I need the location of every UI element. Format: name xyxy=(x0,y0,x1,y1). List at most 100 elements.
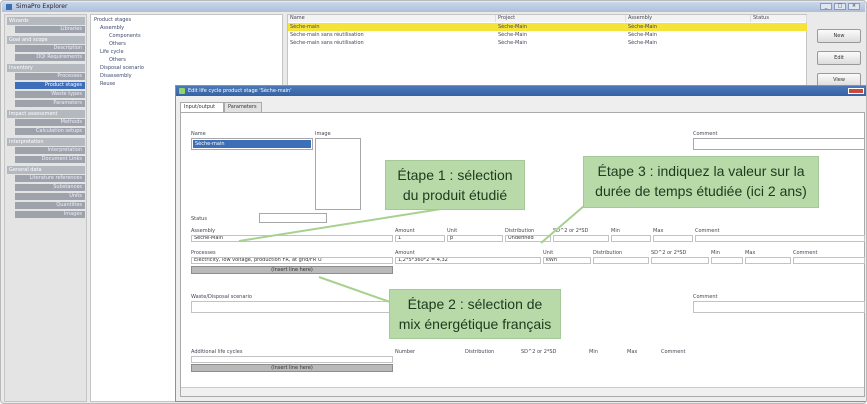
nav-header-goal-scope[interactable]: Goal and scope xyxy=(7,36,85,44)
insert-line-button[interactable]: (Insert line here) xyxy=(191,266,393,274)
add-comment-header: Comment xyxy=(661,349,686,355)
tree-item[interactable]: Others xyxy=(109,41,126,47)
table-row[interactable]: Sèche-main Sèche-Main Sèche-Main xyxy=(288,23,807,31)
nav-item-literature[interactable]: Literature references xyxy=(15,175,85,182)
min-cell[interactable] xyxy=(611,235,651,242)
nav-item-substances[interactable]: Substances xyxy=(15,184,85,191)
tab-input-output[interactable]: Input/output xyxy=(180,102,224,112)
input-output-pane: Name Sèche-main Image Comment Status Ass… xyxy=(180,112,865,397)
tree-item[interactable]: Life cycle xyxy=(100,49,124,55)
edit-button[interactable]: Edit xyxy=(817,51,861,65)
column-header-project[interactable]: Project xyxy=(496,15,626,22)
assembly-header: Assembly xyxy=(191,228,216,234)
tree-item[interactable]: Assembly xyxy=(100,25,124,31)
nav-header-interpretation[interactable]: Interpretation xyxy=(7,138,85,146)
tree-item[interactable]: Components xyxy=(109,33,141,39)
minimize-button[interactable]: _ xyxy=(820,3,832,10)
tree-item[interactable]: Reuse xyxy=(100,81,115,87)
callout-step3: Étape 3 : indiquez la valeur sur la duré… xyxy=(583,156,819,208)
nav-item-product-stages[interactable]: Product stages xyxy=(15,82,85,89)
status-label: Status xyxy=(191,216,207,222)
add-distribution-header: Distribution xyxy=(465,349,495,355)
name-list[interactable]: Sèche-main xyxy=(191,138,313,150)
product-stage-table: Name Project Assembly Status Sèche-main … xyxy=(287,14,807,86)
dialog-close-button[interactable] xyxy=(848,88,864,94)
nav-header-wizards[interactable]: Wizards xyxy=(7,17,85,25)
process-comment-cell[interactable] xyxy=(793,257,865,264)
add-sd-header: SD^2 or 2*SD xyxy=(521,349,557,355)
explorer-nav: Wizards Libraries Goal and scope Descrip… xyxy=(4,14,87,402)
nav-item-description[interactable]: Description xyxy=(15,45,85,52)
cell-name: Sèche-main xyxy=(290,24,320,30)
dialog-title: Edit life cycle product stage 'Sèche-mai… xyxy=(188,88,292,94)
tab-parameters[interactable]: Parameters xyxy=(224,102,262,112)
nav-item-units[interactable]: Units xyxy=(15,193,85,200)
nav-header-general-data[interactable]: General data xyxy=(7,166,85,174)
nav-item-interpretation[interactable]: Interpretation xyxy=(15,147,85,154)
process-sd-cell[interactable] xyxy=(651,257,709,264)
comment-header: Comment xyxy=(695,228,720,234)
add-max-header: Max xyxy=(627,349,638,355)
horizontal-scrollbar[interactable] xyxy=(181,387,864,396)
dialog-icon xyxy=(179,88,185,94)
close-button[interactable]: × xyxy=(848,3,860,10)
assembly-cell[interactable]: Sèche-Main xyxy=(191,235,393,242)
nav-item-quantities[interactable]: Quantities xyxy=(15,202,85,209)
process-max-cell[interactable] xyxy=(745,257,791,264)
distribution-cell[interactable]: Undefined xyxy=(505,235,551,242)
comment-field[interactable] xyxy=(693,138,865,150)
nav-item-methods[interactable]: Methods xyxy=(15,119,85,126)
nav-item-waste-types[interactable]: Waste types xyxy=(15,91,85,98)
callout-step3-line2: durée de temps étudiée (ici 2 ans) xyxy=(595,183,807,199)
amount-header: Amount xyxy=(395,228,415,234)
additional-cell[interactable] xyxy=(191,356,393,363)
maximize-button[interactable]: □ xyxy=(834,3,846,10)
name-label: Name xyxy=(191,131,206,137)
comment-header: Comment xyxy=(793,250,818,256)
nav-item-doc-links[interactable]: Document Links xyxy=(15,156,85,163)
waste-header: Waste/Disposal scenario xyxy=(191,294,252,300)
callout-step3-line1: Étape 3 : indiquez la valeur sur la xyxy=(597,163,805,179)
process-cell[interactable]: Electricity, low voltage, production FR,… xyxy=(191,257,393,264)
waste-cell[interactable] xyxy=(191,301,399,313)
name-value: Sèche-main xyxy=(193,140,311,148)
amount-cell[interactable]: 1 xyxy=(395,235,445,242)
tree-item[interactable]: Disassembly xyxy=(100,73,132,79)
process-distribution-cell[interactable] xyxy=(593,257,649,264)
sd-cell[interactable] xyxy=(553,235,609,242)
tree-item[interactable]: Disposal scenario xyxy=(100,65,144,71)
image-box[interactable] xyxy=(315,138,361,210)
process-min-cell[interactable] xyxy=(711,257,743,264)
insert-line-button-2[interactable]: (Insert line here) xyxy=(191,364,393,372)
edit-life-cycle-dialog: Edit life cycle product stage 'Sèche-mai… xyxy=(175,85,866,402)
nav-header-inventory[interactable]: Inventory xyxy=(7,64,85,72)
new-button[interactable]: New xyxy=(817,29,861,43)
max-cell[interactable] xyxy=(653,235,693,242)
comment-cell[interactable] xyxy=(695,235,865,242)
min-header: Min xyxy=(611,228,620,234)
column-header-assembly[interactable]: Assembly xyxy=(626,15,751,22)
column-header-name[interactable]: Name xyxy=(288,15,496,22)
table-row[interactable]: Sèche-main sans réutilisation Sèche-Main… xyxy=(288,39,807,47)
status-field[interactable] xyxy=(259,213,327,223)
nav-item-calc-setups[interactable]: Calculation setups xyxy=(15,128,85,135)
nav-item-libraries[interactable]: Libraries xyxy=(15,26,85,33)
process-unit-cell[interactable]: kWh xyxy=(543,257,591,264)
nav-item-parameters[interactable]: Parameters xyxy=(15,100,85,107)
comment-label: Comment xyxy=(693,131,718,137)
tree-item[interactable]: Product stages xyxy=(94,17,131,23)
nav-item-processes[interactable]: Processes xyxy=(15,73,85,80)
number-header: Number xyxy=(395,349,416,355)
nav-item-dqi[interactable]: DQI Requirements xyxy=(15,54,85,61)
unit-cell[interactable]: p xyxy=(447,235,503,242)
table-row[interactable]: Sèche-main sans réutilisation Sèche-Main… xyxy=(288,31,807,39)
waste-comment-cell[interactable] xyxy=(693,301,865,313)
nav-header-impact[interactable]: Impact assessment xyxy=(7,110,85,118)
column-header-status[interactable]: Status xyxy=(751,15,807,22)
cell-name: Sèche-main sans réutilisation xyxy=(290,40,364,46)
process-amount-cell[interactable]: 1,2*5*360*2 = 4,32 xyxy=(395,257,541,264)
nav-item-images[interactable]: Images xyxy=(15,211,85,218)
sd-header: SD^2 or 2*SD xyxy=(651,250,687,256)
tree-item[interactable]: Others xyxy=(109,57,126,63)
distribution-header: Distribution xyxy=(505,228,535,234)
